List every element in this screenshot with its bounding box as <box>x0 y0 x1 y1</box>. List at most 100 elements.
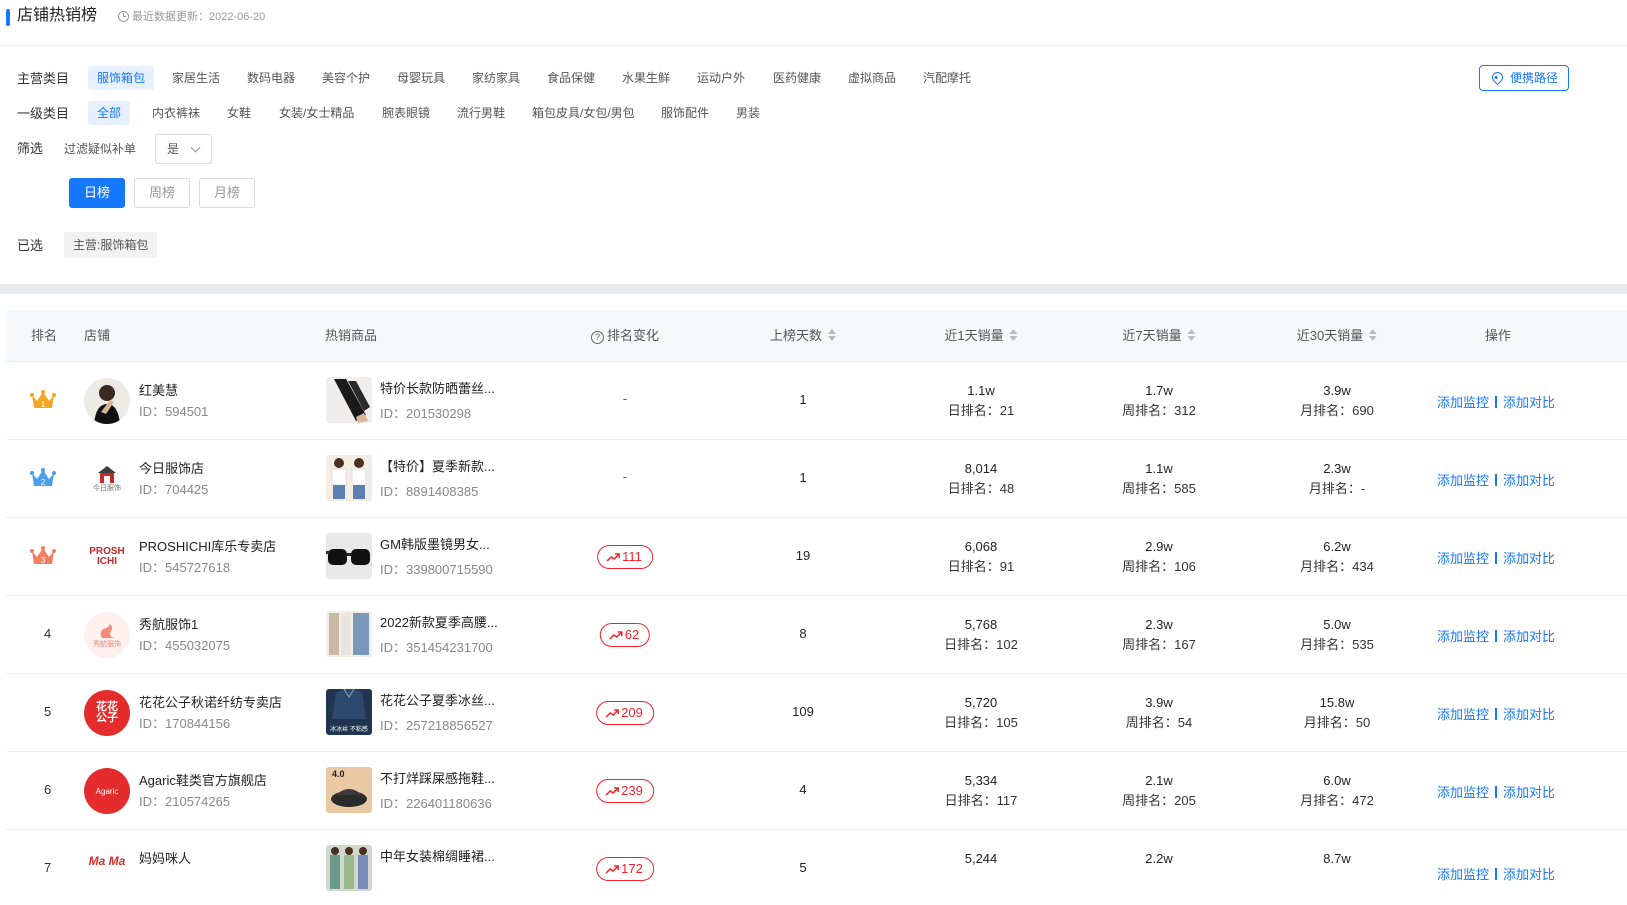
shop-name[interactable]: Agaric鞋类官方旗舰店 <box>139 772 267 790</box>
sub-category-chip[interactable]: 女装/女士精品 <box>270 101 363 125</box>
product-name[interactable]: 2022新款夏季高腰... <box>380 614 498 632</box>
days-on-list: 109 <box>792 704 814 719</box>
sub-category-chip[interactable]: 箱包皮具/女包/男包 <box>523 101 644 125</box>
sub-category-chip[interactable]: 内衣裤袜 <box>143 101 209 125</box>
add-monitor-link[interactable]: 添加监控 <box>1437 707 1489 722</box>
sub-category-chip[interactable]: 全部 <box>88 101 131 125</box>
main-category-chip[interactable]: 美容个护 <box>313 66 379 90</box>
add-monitor-link[interactable]: 添加监控 <box>1437 785 1489 800</box>
sales-value: 6,068 <box>964 539 998 554</box>
product-name[interactable]: 不打烊踩屎感拖鞋... <box>380 770 495 788</box>
product-thumbnail[interactable] <box>326 377 372 423</box>
add-compare-link[interactable]: 添加对比 <box>1503 707 1555 722</box>
filter-suspicious-select[interactable]: 是 <box>155 134 212 164</box>
shop-avatar[interactable]: PROSH ICHI <box>84 534 130 580</box>
main-category-chip[interactable]: 食品保健 <box>538 66 604 90</box>
shop-name[interactable]: PROSHICHI库乐专卖店 <box>139 538 276 556</box>
shop-name[interactable]: 秀航服饰1 <box>139 616 198 634</box>
main-category-chip[interactable]: 医药健康 <box>764 66 830 90</box>
col-ops: 操作 <box>1484 328 1512 343</box>
product-thumbnail[interactable] <box>326 611 372 657</box>
shop-avatar[interactable]: 今日服饰 <box>84 456 130 502</box>
add-compare-link[interactable]: 添加对比 <box>1503 867 1555 882</box>
shop-name[interactable]: 红美慧 <box>139 382 178 400</box>
table-row: 1 红美慧 ID：594501 特价长款防晒蕾丝... ID：201530298… <box>6 362 1627 440</box>
logo-line-2: ICHI <box>97 556 117 567</box>
product-thumbnail[interactable]: 4.0 <box>326 767 372 813</box>
table-row: 3 PROSH ICHI PROSHICHI库乐专卖店 ID：545727618… <box>6 518 1627 596</box>
col-sales-30d-sort[interactable]: 近30天销量 <box>1297 310 1378 362</box>
shortcut-path-button[interactable]: 便携路径 <box>1479 65 1569 91</box>
product-thumbnail[interactable] <box>326 533 372 579</box>
add-compare-link[interactable]: 添加对比 <box>1503 395 1555 410</box>
product-thumbnail[interactable] <box>326 455 372 501</box>
shop-avatar[interactable] <box>84 378 130 424</box>
action-separator <box>1495 396 1498 408</box>
add-compare-link[interactable]: 添加对比 <box>1503 785 1555 800</box>
sub-category-chip[interactable]: 女鞋 <box>218 101 260 125</box>
col-sales-1d-sort[interactable]: 近1天销量 <box>944 310 1018 362</box>
sleeve-product-image <box>334 379 370 423</box>
shop-name[interactable]: 妈妈咪人 <box>139 850 191 868</box>
main-category-chip[interactable]: 家纺家具 <box>463 66 529 90</box>
shop-avatar[interactable]: 秀航服饰 <box>84 612 130 658</box>
sub-category-chip[interactable]: 腕表眼镜 <box>373 101 439 125</box>
main-category-chip[interactable]: 家居生活 <box>163 66 229 90</box>
sales-30d: 15.8w 月排名：50 <box>1304 694 1370 732</box>
period-month-button[interactable]: 月榜 <box>199 178 255 208</box>
thumb-caption: 4.0 <box>332 769 345 779</box>
sales-rank: 日排名：102 <box>944 637 1018 652</box>
sales-7d: 2.2w <box>1145 850 1172 868</box>
add-monitor-link[interactable]: 添加监控 <box>1437 473 1489 488</box>
product-name[interactable]: 【特价】夏季新款... <box>380 458 495 476</box>
add-compare-link[interactable]: 添加对比 <box>1503 629 1555 644</box>
selected-filter-tag[interactable]: 主营:服饰箱包 <box>64 232 158 258</box>
selected-label: 已选 <box>17 238 44 253</box>
product-thumbnail[interactable] <box>326 845 372 891</box>
store-logo-text: 今日服饰 <box>93 485 121 492</box>
product-id: ID：257218856527 <box>380 718 493 733</box>
rank-change: - <box>622 469 628 484</box>
col-sales-7d-label: 近7天销量 <box>1122 328 1182 343</box>
product-name[interactable]: 特价长款防晒蕾丝... <box>380 380 495 398</box>
add-monitor-link[interactable]: 添加监控 <box>1437 867 1489 882</box>
main-category-chip[interactable]: 运动户外 <box>688 66 754 90</box>
main-category-chip[interactable]: 水果生鲜 <box>613 66 679 90</box>
help-question-icon[interactable]: ? <box>590 331 604 344</box>
sort-icon <box>828 329 837 341</box>
add-compare-link[interactable]: 添加对比 <box>1503 551 1555 566</box>
title-accent-bar <box>6 9 10 26</box>
sales-1d: 1.1w 日排名：21 <box>948 382 1014 420</box>
main-category-chip[interactable]: 虚拟商品 <box>839 66 905 90</box>
product-name[interactable]: 中年女装棉绸睡裙... <box>380 848 495 866</box>
product-thumbnail[interactable]: 冰冰丝 不粘感 <box>326 689 372 735</box>
shop-avatar[interactable]: Agaric <box>84 768 130 814</box>
add-monitor-link[interactable]: 添加监控 <box>1437 395 1489 410</box>
sub-category-chip[interactable]: 流行男鞋 <box>448 101 514 125</box>
col-days-sort[interactable]: 上榜天数 <box>770 310 837 362</box>
shop-name[interactable]: 今日服饰店 <box>139 460 204 478</box>
sales-rank: 日排名：91 <box>947 559 1015 574</box>
filter-label: 筛选 <box>17 141 44 156</box>
col-sales-7d-sort[interactable]: 近7天销量 <box>1122 310 1196 362</box>
add-monitor-link[interactable]: 添加监控 <box>1437 629 1489 644</box>
main-category-chip[interactable]: 汽配摩托 <box>914 66 980 90</box>
sales-rank: 月排名：535 <box>1300 637 1374 652</box>
add-compare-link[interactable]: 添加对比 <box>1503 473 1555 488</box>
shop-name[interactable]: 花花公子秋诺纤纺专卖店 <box>139 694 282 712</box>
sub-category-chip[interactable]: 男装 <box>727 101 769 125</box>
period-day-button[interactable]: 日榜 <box>69 178 125 208</box>
main-category-chip[interactable]: 数码电器 <box>238 66 304 90</box>
crown-rank-number: 2 <box>40 478 46 487</box>
add-monitor-link[interactable]: 添加监控 <box>1437 551 1489 566</box>
period-week-button[interactable]: 周榜 <box>134 178 190 208</box>
main-category-chip[interactable]: 服饰箱包 <box>88 66 155 90</box>
product-name[interactable]: 花花公子夏季冰丝... <box>380 692 495 710</box>
shop-avatar[interactable]: 花花 公子 <box>84 690 130 736</box>
sub-category-chip[interactable]: 服饰配件 <box>652 101 718 125</box>
product-name[interactable]: GM韩版墨镜男女... <box>380 536 490 554</box>
crown-rank-number: 3 <box>40 556 46 565</box>
main-category-chip[interactable]: 母婴玩具 <box>388 66 454 90</box>
shop-avatar[interactable]: Ma Ma <box>84 846 130 892</box>
location-pin-icon <box>1489 69 1506 86</box>
